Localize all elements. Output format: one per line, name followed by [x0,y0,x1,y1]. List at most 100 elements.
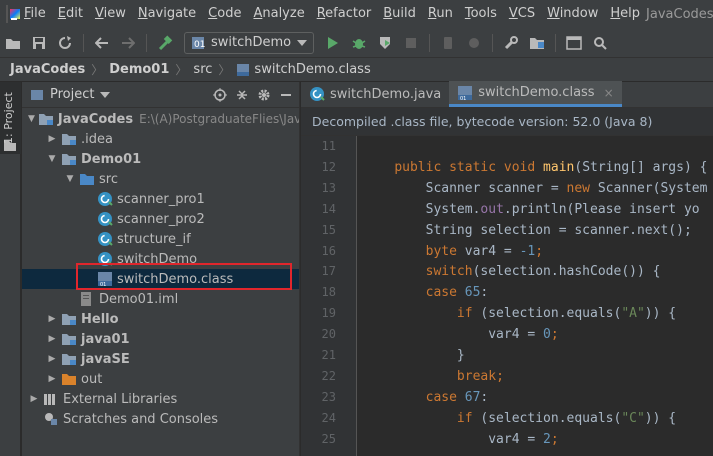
run-configuration-select[interactable]: 01 switchDemo [184,31,315,54]
device-manager-icon[interactable] [437,32,459,54]
tree-item-out[interactable]: ▶ out [22,369,299,389]
tree-item-external-libraries[interactable]: ▶ External Libraries [22,389,299,409]
code-token: { [668,410,677,426]
forward-arrow-icon[interactable] [117,32,139,54]
tree-item-switchdemo[interactable]: switchDemo [22,249,299,269]
scratches-icon [43,411,59,427]
tree-item--idea[interactable]: ▶ .idea [22,129,299,149]
tree-item-javase[interactable]: ▶ javaSE [22,349,299,369]
terminal-icon[interactable] [563,32,585,54]
tab-switchdemo-class[interactable]: 01 switchDemo.class × [449,81,622,107]
sync-icon[interactable] [54,32,76,54]
back-arrow-icon[interactable] [91,32,113,54]
search-icon[interactable] [589,32,611,54]
code-line: System.out.println(Please insert yo [363,202,700,217]
menu-item-window[interactable]: Window [541,0,604,28]
code-token: next [636,222,669,238]
expand-right-icon[interactable]: ▶ [46,374,58,384]
expand-right-icon[interactable]: ▶ [46,314,58,324]
debug-bug-icon[interactable] [348,32,370,54]
close-icon[interactable]: × [604,86,614,100]
menu-item-analyze[interactable]: Analyze [247,0,310,28]
hide-minus-icon[interactable] [279,88,293,102]
gear-icon[interactable] [257,88,271,102]
tree-item-scanner-pro1[interactable]: scanner_pro1 [22,189,299,209]
tree-item-javacodes[interactable]: ▼ JavaCodes E:\(A)PostgraduateFlies\Javal [22,109,299,129]
build-hammer-icon[interactable] [154,32,176,54]
tree-item-scanner-pro2[interactable]: scanner_pro2 [22,209,299,229]
toolbar-separator [146,33,147,52]
tree-item-label: switchDemo [117,251,198,267]
save-icon[interactable] [28,32,50,54]
collapse-all-icon[interactable] [235,88,249,102]
code-line: case 65: [363,285,489,301]
expand-right-icon[interactable]: ▶ [46,334,58,344]
code-token: println [511,201,567,217]
menu-item-tools[interactable]: Tools [459,0,503,28]
iml-icon [79,291,95,307]
coverage-icon[interactable] [374,32,396,54]
code-token: hashCode [558,264,622,280]
run-icon[interactable] [322,32,344,54]
settings-wrench-icon[interactable] [500,32,522,54]
menu-item-navigate[interactable]: Navigate [132,0,202,28]
tree-item-hello[interactable]: ▶ Hello [22,309,299,329]
expand-down-icon[interactable]: ▼ [64,174,76,184]
menu-mnemonic: C [208,6,218,21]
tree-item-switchdemo-class[interactable]: 01 switchDemo.class [22,269,299,289]
expand-down-icon[interactable]: ▼ [28,114,35,124]
expand-right-icon[interactable]: ▶ [46,354,58,364]
decompiled-banner: Decompiled .class file, bytecode version… [301,108,713,136]
breadcrumb-item-javacodes[interactable]: JavaCodes [10,62,85,77]
code-punct: ; [550,327,559,343]
open-folder-icon[interactable] [2,32,24,54]
stop-icon[interactable] [400,32,422,54]
code-keyword: case [425,389,457,405]
menu-item-run[interactable]: Run [422,0,459,28]
chevron-down-icon[interactable] [100,91,111,98]
menu-item-build[interactable]: Build [377,0,422,28]
tab-switchdemo-java[interactable]: switchDemo.java [301,81,449,107]
code-token: . [503,201,512,217]
tree-item-scratches-and-consoles[interactable]: Scratches and Consoles [22,409,299,429]
code-keyword: new [566,180,591,196]
menu-item-vcs[interactable]: VCS [503,0,541,28]
project-panel-title[interactable]: Project [50,87,94,102]
menu-item-help[interactable]: Help [604,0,646,28]
expand-down-icon[interactable]: ▼ [46,154,58,164]
breadcrumb-item-src[interactable]: src [193,62,212,77]
menu-item-refactor[interactable]: Refactor [311,0,378,28]
project-structure-icon[interactable] [526,32,548,54]
tree-item-structure-if[interactable]: structure_if [22,229,299,249]
menu-item-code[interactable]: Code [202,0,247,28]
code-token: (); [668,222,692,238]
code-token: { [652,264,661,280]
code-keyword: public [394,159,442,175]
gradle-icon[interactable] [463,32,485,54]
tree-item-src[interactable]: ▼ src [22,169,299,189]
menu-item-file[interactable]: File [18,0,52,28]
tree-item-label: JavaCodes [57,111,134,127]
expand-right-icon[interactable]: ▶ [46,134,58,144]
code-token: ()) [621,264,645,280]
code-token: args [652,159,684,175]
breadcrumb-item-file[interactable]: switchDemo.class [236,62,371,77]
locate-target-icon[interactable] [213,87,227,102]
tree-item-java01[interactable]: ▶ java01 [22,329,299,349]
menu-item-view[interactable]: View [89,0,132,28]
folder-icon [61,331,77,347]
code-token: : [480,285,489,301]
breadcrumb-item-demo01[interactable]: Demo01 [109,62,169,77]
tab-project[interactable]: 1: Project [0,82,21,154]
menu-label-rest: elp [620,6,641,21]
tree-item-demo01[interactable]: ▼ Demo01 [22,149,299,169]
breadcrumb-separator: 〉 [175,63,188,77]
expand-right-icon[interactable]: ▶ [28,394,40,404]
tree-item-demo01-iml[interactable]: Demo01.iml [22,289,299,309]
menu-item-edit[interactable]: Edit [52,0,89,28]
